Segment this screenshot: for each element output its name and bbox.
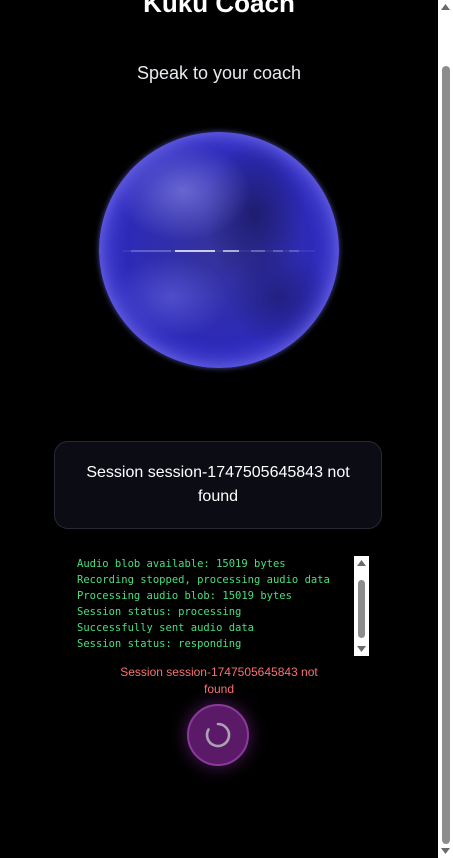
record-button[interactable] — [187, 704, 249, 766]
scroll-down-arrow-icon[interactable] — [354, 642, 369, 656]
scroll-down-arrow-icon[interactable] — [438, 844, 453, 858]
status-card: Session session-1747505645843 not found — [54, 441, 382, 529]
voice-orb — [99, 132, 339, 368]
log-line: Audio blob available: 15019 bytes — [77, 558, 286, 570]
log-scroll-thumb[interactable] — [358, 580, 365, 638]
log-scrollbar[interactable] — [354, 556, 369, 656]
page-scrollbar[interactable] — [438, 0, 453, 858]
status-message: Session session-1747505645843 not found — [86, 464, 350, 505]
log-line: Session status: processing — [77, 606, 242, 618]
page-scroll-thumb[interactable] — [442, 66, 450, 844]
loading-spinner-icon — [205, 722, 231, 748]
app-title: Kuku Coach — [143, 0, 295, 18]
log-line: Processing audio blob: 15019 bytes — [77, 590, 292, 602]
log-line: Successfully sent audio data — [77, 622, 255, 634]
debug-log-list: Audio blob available: 15019 bytes Record… — [77, 556, 352, 652]
waveform-icon — [123, 250, 315, 252]
log-line: Session status: responding — [77, 638, 242, 650]
scroll-up-arrow-icon[interactable] — [354, 556, 369, 570]
app-page: Kuku Coach Speak to your coach Session s… — [0, 0, 453, 858]
debug-log-panel[interactable]: Audio blob available: 15019 bytes Record… — [74, 556, 370, 656]
scroll-up-arrow-icon[interactable] — [438, 0, 453, 14]
log-line: Recording stopped, processing audio data — [77, 574, 330, 586]
app-subtitle: Speak to your coach — [136, 63, 302, 83]
error-message: Session session-1747505645843 not found — [120, 665, 318, 696]
